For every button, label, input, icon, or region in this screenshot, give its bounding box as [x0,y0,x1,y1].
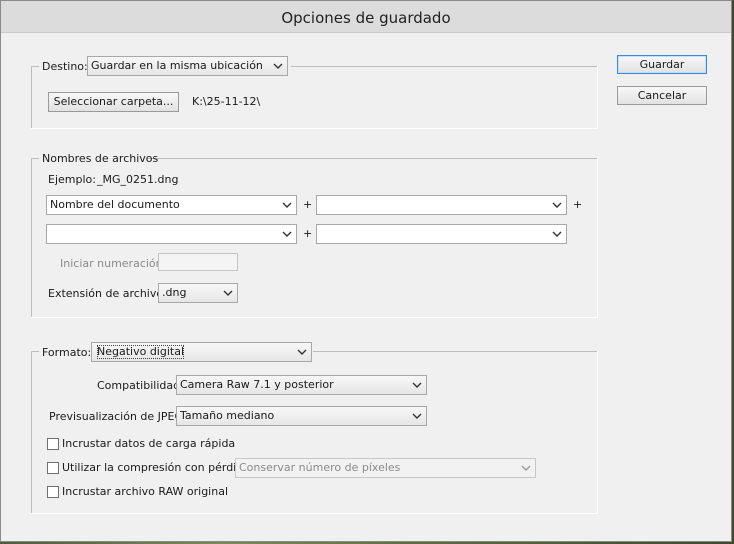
start-numbering-input[interactable] [158,253,238,271]
plus-sign: + [303,227,313,240]
format-label: Formato: [42,346,92,359]
chevron-down-icon [297,349,307,355]
file-naming-title: Nombres de archivos [42,152,159,165]
dialog-title: Opciones de guardado [281,9,451,27]
compatibility-select[interactable]: Camera Raw 7.1 y posterior [176,375,427,395]
embed-raw-label: Incrustar archivo RAW original [62,485,229,498]
lossy-compression-checkbox[interactable] [47,462,59,474]
chevron-down-icon [552,231,562,237]
name-part-4-select[interactable] [316,224,567,244]
format-select[interactable]: Negativo digital [91,342,312,362]
file-extension-label: Extensión de archivo: [48,287,167,300]
jpeg-preview-select[interactable]: Tamaño mediano [176,406,427,426]
chevron-down-icon [282,231,292,237]
choose-folder-button[interactable]: Seleccionar carpeta... [48,92,179,112]
lossy-compression-select[interactable]: Conservar número de píxeles [235,458,536,478]
group-border-top [31,66,39,67]
save-options-dialog: Opciones de guardado Guardar Cancelar De… [0,0,732,542]
group-border-top [31,351,39,352]
fast-load-checkbox[interactable] [47,438,59,450]
chevron-down-icon [282,202,292,208]
plus-sign: + [573,198,583,211]
chevron-down-icon [273,63,283,69]
cancel-button[interactable]: Cancelar [617,86,707,105]
jpeg-preview-value: Tamaño mediano [180,409,275,422]
group-border-bottom [31,128,598,129]
group-border-right [597,66,598,129]
chevron-down-icon [223,290,233,296]
group-border-top [31,158,39,159]
save-button[interactable]: Guardar [617,55,707,74]
title-bar: Opciones de guardado [1,1,731,33]
plus-sign: + [303,198,313,211]
chevron-down-icon [412,382,422,388]
group-border-left [31,66,32,129]
example-value: _MG_0251.dng [97,173,179,186]
fast-load-label: Incrustar datos de carga rápida [62,437,236,450]
jpeg-preview-label: Previsualización de JPEG: [49,410,187,423]
name-part-2-select[interactable] [316,195,567,215]
destination-label: Destino: [42,60,88,73]
destination-path: K:\25-11-12\ [192,95,261,108]
name-part-3-select[interactable] [46,224,297,244]
group-border-left [31,351,32,514]
compatibility-label: Compatibilidad: [97,379,184,392]
group-border-bottom [31,513,598,514]
group-border-top [291,66,597,67]
group-border-bottom [31,317,598,318]
file-extension-select[interactable]: .dng [158,283,238,303]
embed-raw-checkbox[interactable] [47,486,59,498]
destination-select[interactable]: Guardar en la misma ubicación [87,56,288,76]
group-border-top [146,158,597,159]
chevron-down-icon [412,413,422,419]
group-border-right [597,351,598,514]
start-numbering-label: Iniciar numeración: [60,257,167,270]
lossy-compression-value: Conservar número de píxeles [239,461,401,474]
group-border-top [313,351,597,352]
group-border-left [31,158,32,318]
format-value: Negativo digital [95,343,186,361]
lossy-compression-label: Utilizar la compresión con pérdida: [62,461,254,474]
file-extension-value: .dng [162,286,187,299]
name-part-1-select[interactable]: Nombre del documento [46,195,297,215]
example-label: Ejemplo: [48,173,96,186]
group-border-right [597,158,598,318]
compatibility-value: Camera Raw 7.1 y posterior [180,378,334,391]
chevron-down-icon [552,202,562,208]
destination-value: Guardar en la misma ubicación [91,59,263,72]
name-part-1-value: Nombre del documento [50,198,180,211]
chevron-down-icon [521,465,531,471]
